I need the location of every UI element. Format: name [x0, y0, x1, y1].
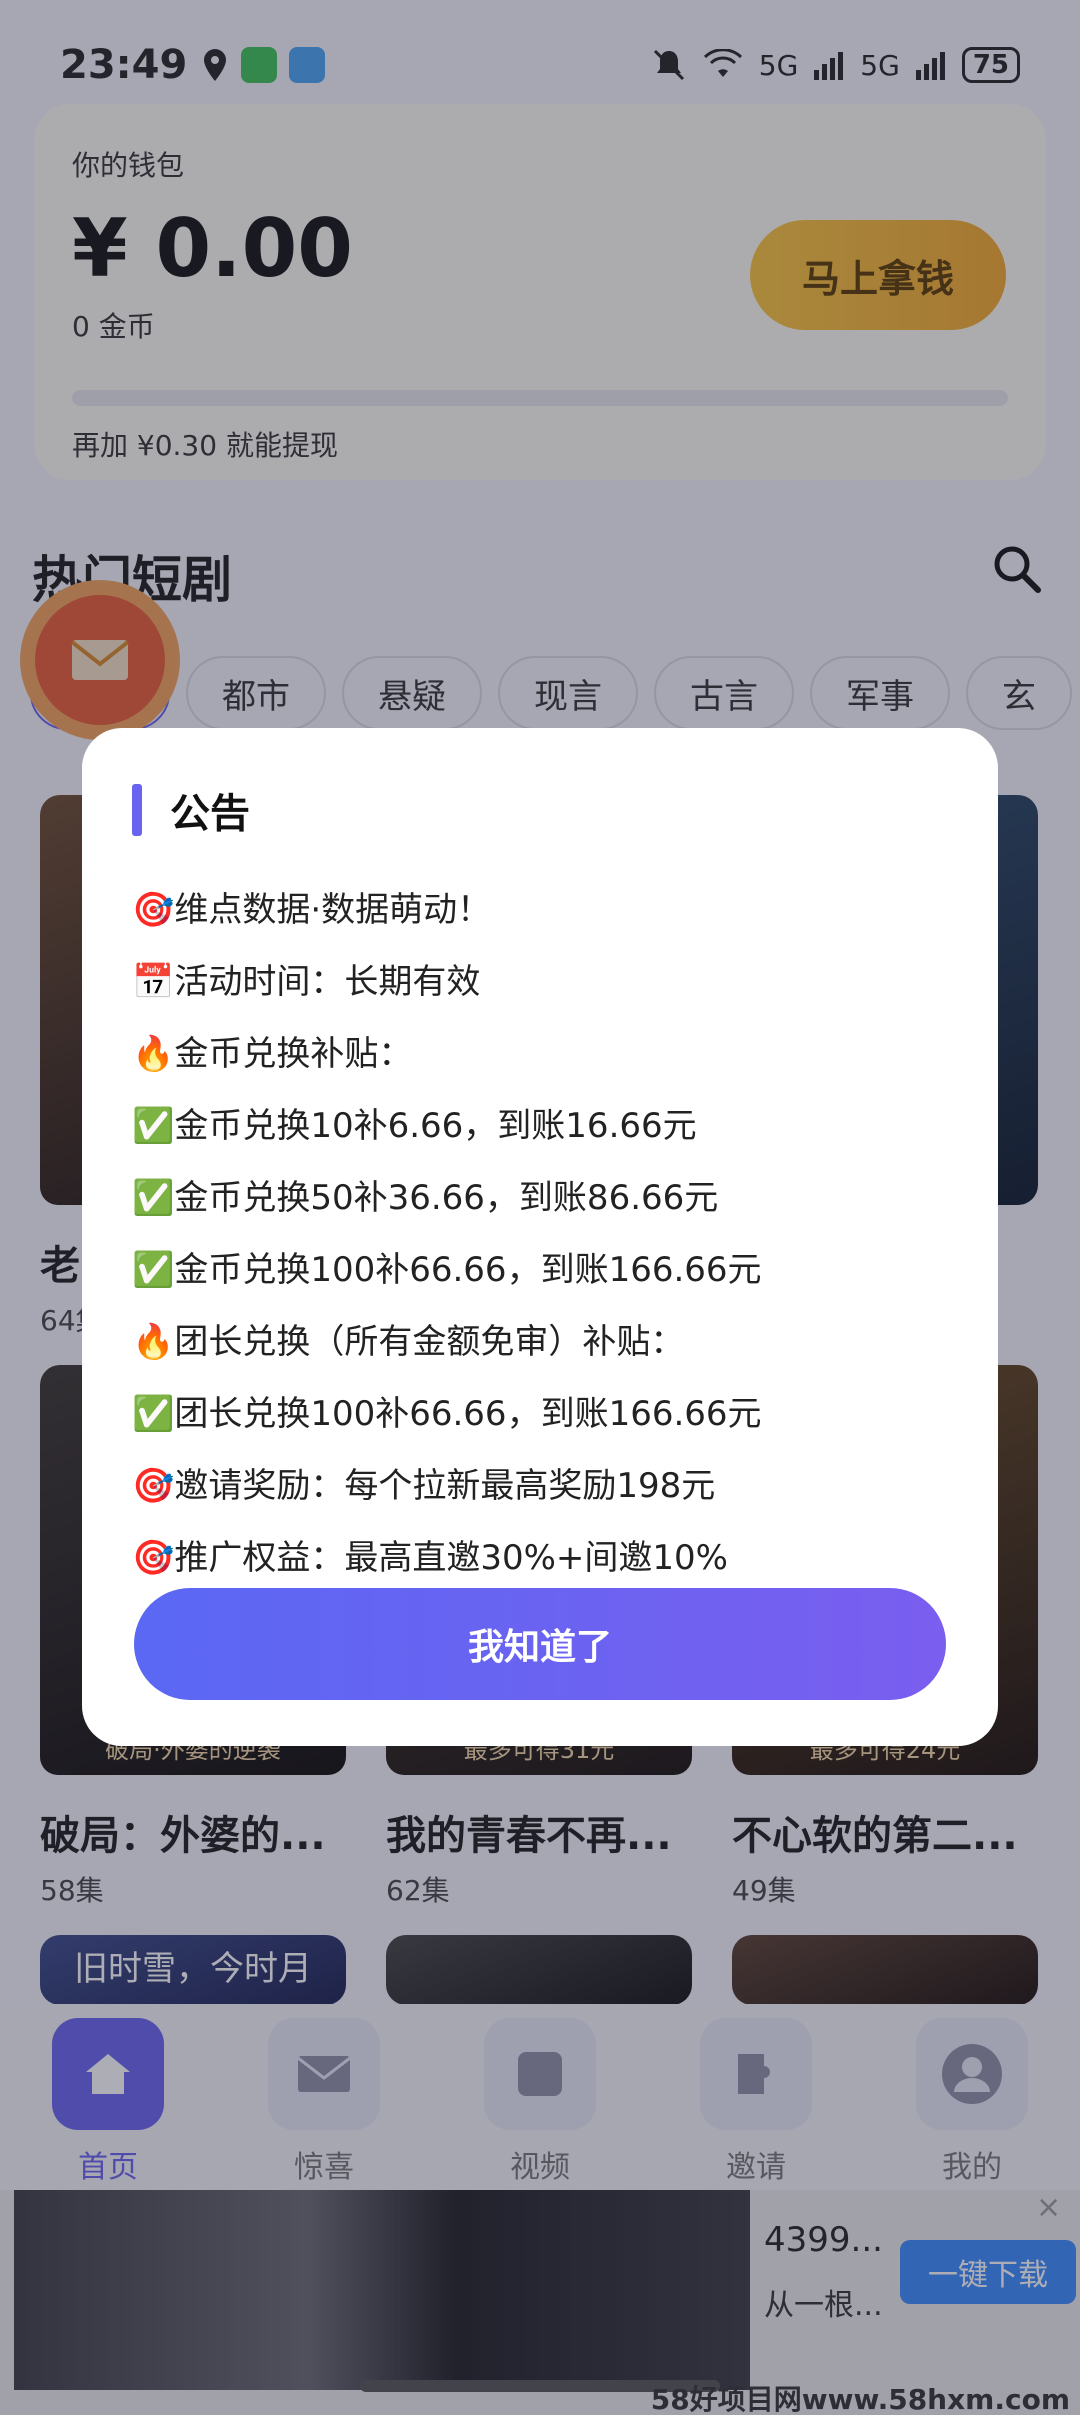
announcement-line: 🎯推广权益：最高直邀30%+间邀10% [132, 1538, 728, 1578]
dialog-title: 公告 [170, 791, 250, 837]
announcement-dialog: 公告 🎯维点数据·数据萌动！ 📅活动时间：长期有效 🔥金币兑换补贴： ✅金币兑换… [82, 728, 998, 1746]
announcement-line: ✅团长兑换100补66.66，到账166.66元 [132, 1394, 762, 1434]
announcement-line: ✅金币兑换10补6.66，到账16.66元 [132, 1106, 697, 1146]
announcement-line: 🎯维点数据·数据萌动！ [132, 890, 492, 930]
announcement-line: 📅活动时间：长期有效 [132, 962, 481, 1002]
announcement-line: ✅金币兑换100补66.66，到账166.66元 [132, 1250, 762, 1290]
announcement-line: ✅金币兑换50补36.66，到账86.66元 [132, 1178, 719, 1218]
announcement-line: 🔥团长兑换（所有金额免审）补贴： [132, 1322, 685, 1362]
announcement-line: 🔥金币兑换补贴： [132, 1034, 413, 1074]
title-accent-bar [132, 784, 142, 836]
announcement-line: 🎯邀请奖励：每个拉新最高奖励198元 [132, 1466, 716, 1506]
acknowledge-button[interactable]: 我知道了 [134, 1588, 946, 1700]
announcement-body: 🎯维点数据·数据萌动！ 📅活动时间：长期有效 🔥金币兑换补贴： ✅金币兑换10补… [132, 874, 948, 1594]
